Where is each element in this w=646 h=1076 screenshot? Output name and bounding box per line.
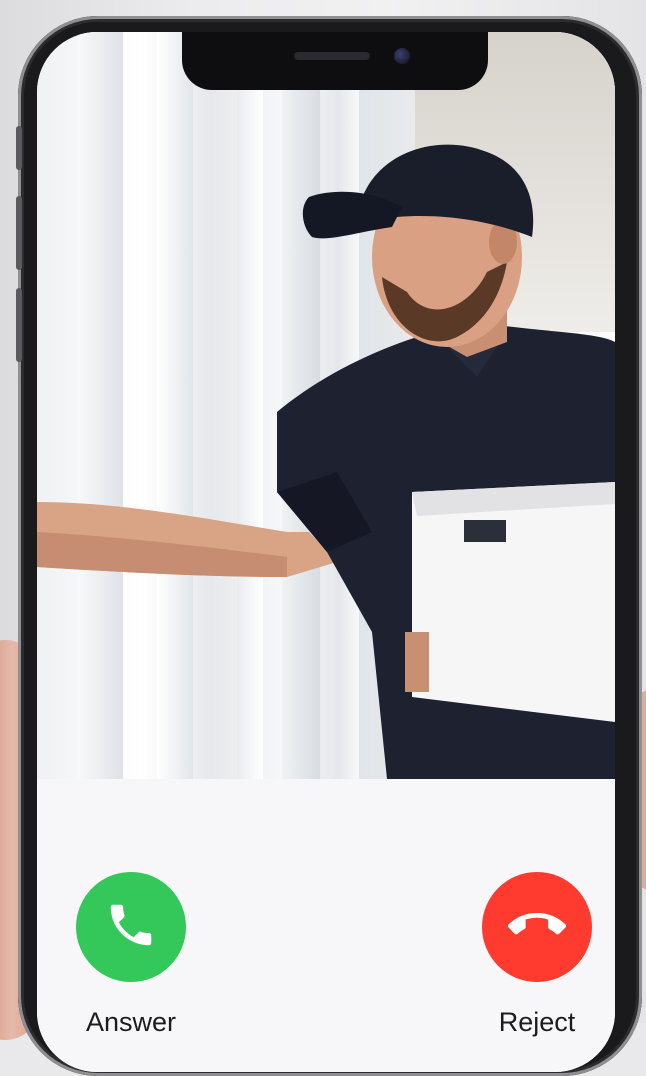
notch — [182, 32, 488, 90]
front-camera — [394, 48, 410, 64]
reject-button[interactable] — [482, 872, 592, 982]
answer-button[interactable] — [76, 872, 186, 982]
volume-down-button — [16, 288, 22, 362]
phone-icon — [104, 898, 158, 957]
earpiece-speaker — [294, 52, 370, 60]
incoming-call-panel: Answer Reject — [37, 779, 615, 1072]
courier-photo — [37, 144, 615, 779]
volume-up-button — [16, 196, 22, 270]
mute-switch — [16, 126, 22, 170]
phone-screen: Answer Reject — [37, 32, 615, 1072]
doorbell-video-feed — [37, 32, 615, 779]
phone-hangup-icon — [507, 896, 566, 959]
